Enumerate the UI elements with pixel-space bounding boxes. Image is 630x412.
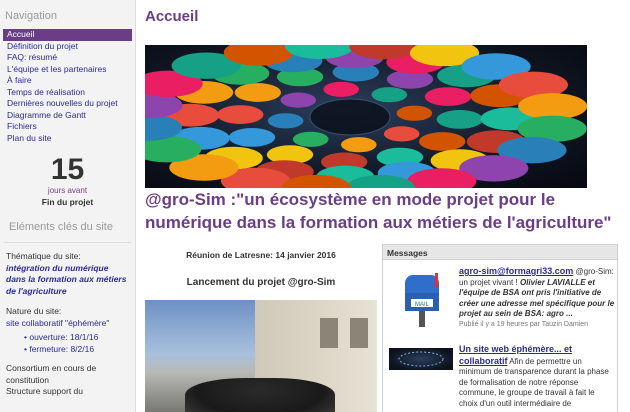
social-icons-spiral	[145, 45, 587, 188]
structure-text: Structure support du	[6, 386, 84, 396]
closing-date-text: fermeture: 8/2/16	[29, 343, 95, 354]
message-2: Un site web éphémère... et collaboratif …	[459, 344, 615, 409]
nature-label: Nature du site:	[6, 306, 62, 316]
group-photo	[145, 300, 377, 412]
nav-item-plan[interactable]: Plan du site	[0, 133, 135, 145]
icon-pill	[436, 110, 483, 129]
message-1-meta: Publié il y a 19 heures par Tauzin Damie…	[459, 320, 589, 328]
icon-pill	[518, 93, 587, 120]
countdown-label: jours avant	[47, 186, 88, 195]
nav-item-fichiers[interactable]: Fichiers	[0, 121, 135, 133]
theme-value-link[interactable]: intégration du numérique dans la formati…	[0, 263, 135, 298]
nature-value-link[interactable]: site collaboratif "éphémère"	[0, 318, 135, 330]
icon-pill	[280, 92, 317, 108]
nav-item-definition[interactable]: Définition du projet	[0, 41, 135, 53]
icon-pill	[341, 137, 377, 153]
nav-item-equipe[interactable]: L'équipe et les partenaires	[0, 64, 135, 76]
consortium-text: Consortium en cours de constitution	[6, 363, 97, 385]
nav-item-a-faire[interactable]: À faire	[0, 75, 135, 87]
message-1-title[interactable]: agro-sim@formagri33.com	[459, 266, 573, 276]
message-2-thumbnail	[389, 348, 453, 370]
message-1: agro-sim@formagri33.com @gro-Sim: un pro…	[459, 266, 615, 330]
closing-date[interactable]: • fermeture: 8/2/16	[0, 344, 135, 356]
theme-label: Thématique du site:	[6, 251, 81, 261]
icon-pill	[383, 126, 420, 142]
icon-pill	[323, 81, 359, 97]
icon-pill	[424, 87, 472, 106]
messages-panel: Messages MAIL agro-sim@formagri33.com @g…	[382, 244, 618, 412]
headline: @gro-Sim :"un écosystème en mode projet …	[145, 190, 612, 232]
nav-item-nouvelles[interactable]: Dernières nouvelles du projet	[0, 98, 135, 110]
icon-pill	[217, 105, 264, 124]
hero-image	[145, 45, 587, 188]
icon-pill	[228, 128, 276, 147]
page-title: Accueil	[145, 8, 199, 25]
icon-pill	[234, 83, 281, 102]
icon-pill	[267, 113, 304, 129]
launch-title: Lancement du projet @gro-Sim	[186, 277, 336, 288]
nav-item-gantt[interactable]: Diagramme de Gantt	[0, 110, 135, 122]
countdown-caption: Fin du projet	[41, 197, 94, 207]
main-content: Accueil @gro-Sim :"un écosystème en mode…	[137, 0, 630, 412]
key-elements-title: Eléments clés du site	[4, 207, 131, 243]
sidebar: Navigation Accueil Définition du projet …	[0, 0, 136, 412]
messages-header: Messages	[383, 245, 617, 260]
icon-pill	[292, 131, 329, 147]
nav-item-temps[interactable]: Temps de réalisation	[0, 87, 135, 99]
countdown-number: 15	[50, 153, 85, 186]
nav-item-accueil[interactable]: Accueil	[3, 29, 132, 41]
countdown: 15 jours avant Fin du projet	[0, 153, 135, 208]
svg-text:MAIL: MAIL	[415, 302, 430, 308]
sidebar-nav-title: Navigation	[5, 10, 57, 22]
nav-item-faq[interactable]: FAQ: résumé	[0, 52, 135, 64]
mailbox-icon: MAIL	[389, 269, 453, 329]
icon-pill	[396, 105, 433, 121]
opening-date-text: ouverture: 18/1/16	[29, 332, 99, 342]
meeting-caption: Réunion de Latresne: 14 janvier 2016	[186, 250, 336, 260]
article-column: Réunion de Latresne: 14 janvier 2016 Lan…	[145, 246, 377, 412]
icon-pill	[371, 87, 408, 103]
icon-pill	[419, 132, 466, 151]
opening-date[interactable]: • ouverture: 18/1/16	[0, 332, 135, 344]
